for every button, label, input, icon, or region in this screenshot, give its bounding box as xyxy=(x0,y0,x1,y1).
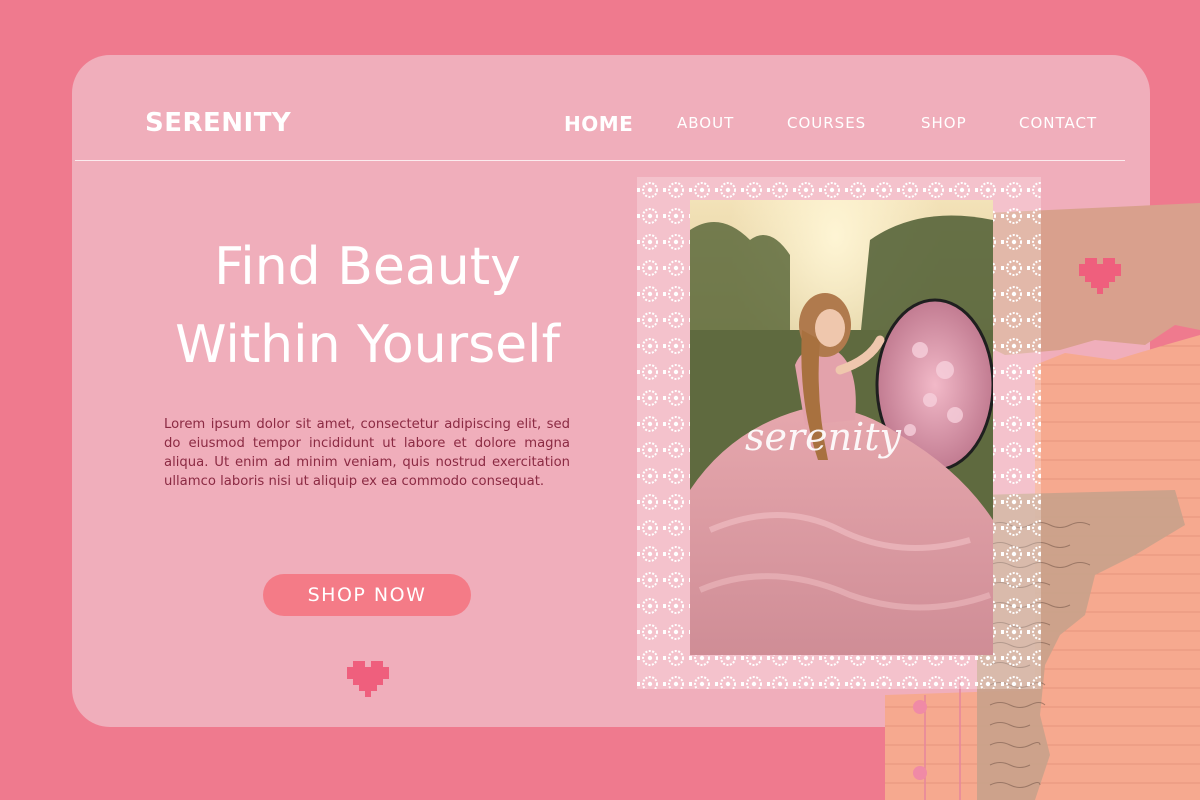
hero-headline-line-1: Find Beauty xyxy=(214,237,521,297)
nav-courses[interactable]: COURSES xyxy=(787,112,866,134)
nav-contact[interactable]: CONTACT xyxy=(1019,112,1097,134)
hero-headline-line-2: Within Yourself xyxy=(175,315,560,375)
pixel-heart-icon xyxy=(347,661,389,697)
nav-home[interactable]: HOME xyxy=(564,113,633,135)
main-nav: HOME ABOUT COURSES SHOP CONTACT xyxy=(540,112,1120,138)
hero-photo: serenity xyxy=(690,200,993,655)
pixel-heart-icon xyxy=(1079,258,1121,294)
serenity-script-overlay: serenity xyxy=(745,415,902,459)
header-divider xyxy=(75,160,1125,161)
hero-body-text: Lorem ipsum dolor sit amet, consectetur … xyxy=(164,417,570,489)
nav-shop[interactable]: SHOP xyxy=(921,112,967,134)
landing-page: SERENITY HOME ABOUT COURSES SHOP CONTACT… xyxy=(0,0,1200,800)
woman-in-pink-dress-image: serenity xyxy=(690,200,993,655)
nav-about[interactable]: ABOUT xyxy=(677,112,734,134)
brand-logo[interactable]: SERENITY xyxy=(145,108,291,138)
hero-headline: Find Beauty Within Yourself xyxy=(120,228,615,384)
shop-now-button[interactable]: SHOP NOW xyxy=(263,574,471,616)
